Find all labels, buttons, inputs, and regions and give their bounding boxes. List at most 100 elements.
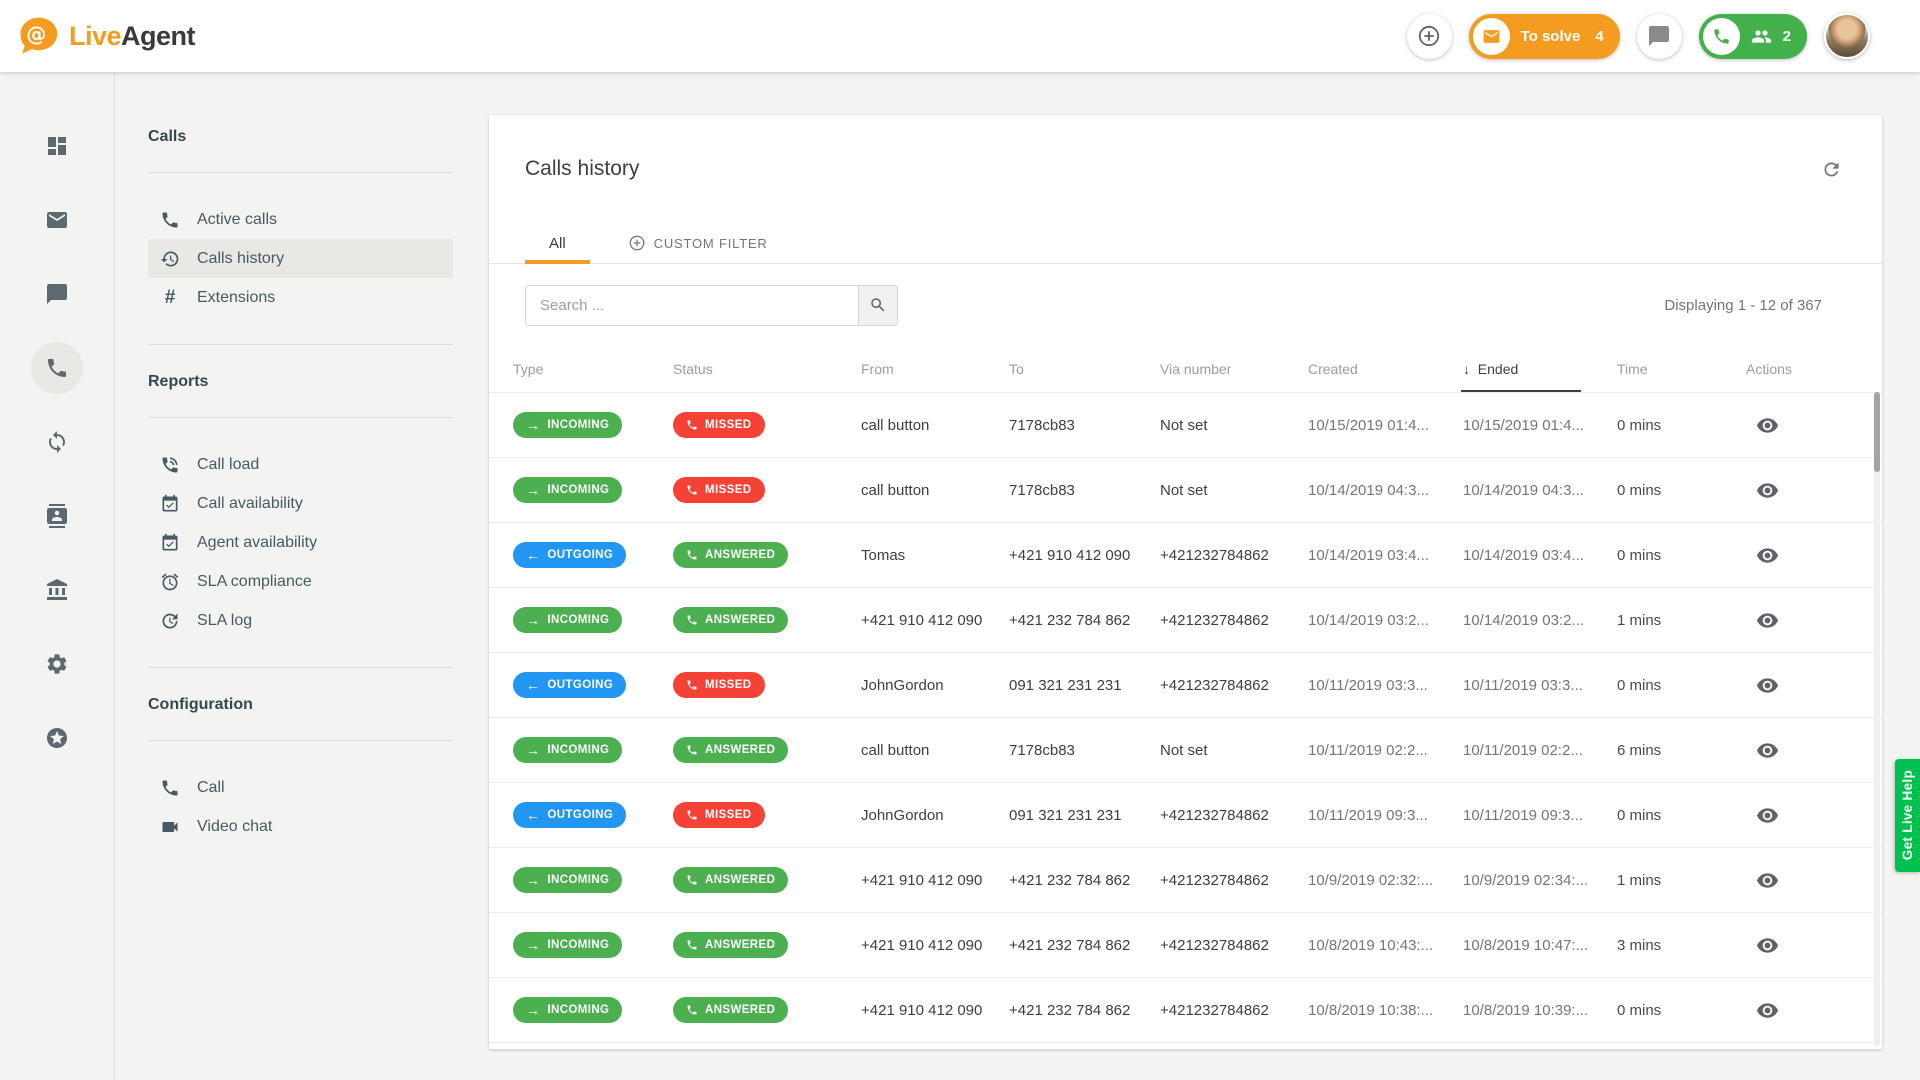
view-call-button[interactable] <box>1752 995 1783 1026</box>
rail-item-dashboard[interactable] <box>20 109 94 183</box>
scrollbar-thumb[interactable] <box>1874 392 1880 472</box>
view-call-button[interactable] <box>1752 605 1783 636</box>
sidebar-item-extensions[interactable]: # Extensions <box>148 278 453 317</box>
get-live-help-tab[interactable]: Get Live Help <box>1895 759 1920 872</box>
column-header-time[interactable]: Time <box>1617 361 1746 377</box>
rail-item-company[interactable] <box>20 553 94 627</box>
to-solve-label: To solve <box>1521 28 1581 45</box>
sidebar-item-call-availability[interactable]: Call availability <box>148 484 453 523</box>
history-icon <box>160 249 180 269</box>
cell-actions <box>1746 930 1882 961</box>
phone-icon <box>160 210 180 230</box>
cell-type: ←OUTGOING <box>513 672 673 698</box>
view-call-button[interactable] <box>1752 800 1783 831</box>
cell-from: JohnGordon <box>861 807 1009 824</box>
cell-status: ANSWERED <box>673 867 861 893</box>
cell-actions <box>1746 670 1882 701</box>
online-agents-button[interactable]: 2 <box>1699 14 1807 59</box>
cell-to: 091 321 231 231 <box>1009 807 1160 824</box>
view-call-button[interactable] <box>1752 930 1783 961</box>
sidebar-item-label: SLA compliance <box>197 573 312 591</box>
cell-to: +421 232 784 862 <box>1009 612 1160 629</box>
agents-icon <box>1751 26 1772 47</box>
tab-custom-filter[interactable]: CUSTOM FILTER <box>604 223 792 263</box>
divider <box>148 417 453 418</box>
arrow-right-icon: → <box>526 743 540 757</box>
cell-from: +421 910 412 090 <box>861 872 1009 889</box>
eye-icon <box>1756 934 1779 957</box>
cell-actions <box>1746 995 1882 1026</box>
cell-type: →INCOMING <box>513 867 673 893</box>
liveagent-logo[interactable]: @ LiveAgent <box>16 15 195 57</box>
sidebar: Calls Active calls Calls history # Exten… <box>115 72 455 1080</box>
cell-via-number: +421232784862 <box>1160 547 1308 564</box>
search-input[interactable] <box>525 285 859 326</box>
eye-icon <box>1756 869 1779 892</box>
hash-icon: # <box>160 287 180 309</box>
type-badge: →INCOMING <box>513 737 622 763</box>
column-header-type[interactable]: Type <box>513 361 673 377</box>
sidebar-item-video-chat[interactable]: Video chat <box>148 807 453 846</box>
view-call-button[interactable] <box>1752 410 1783 441</box>
cell-time: 3 mins <box>1617 937 1746 954</box>
phone-icon <box>1712 27 1731 46</box>
cell-time: 1 mins <box>1617 612 1746 629</box>
view-call-button[interactable] <box>1752 735 1783 766</box>
sidebar-item-active-calls[interactable]: Active calls <box>148 200 453 239</box>
view-call-button[interactable] <box>1752 670 1783 701</box>
view-call-button[interactable] <box>1752 475 1783 506</box>
sidebar-section-calls: Calls Active calls Calls history # Exten… <box>148 127 455 317</box>
card-header: Calls history <box>489 115 1882 223</box>
cell-via-number: Not set <box>1160 742 1308 759</box>
cell-time: 0 mins <box>1617 482 1746 499</box>
column-header-actions[interactable]: Actions <box>1746 361 1882 377</box>
rail-item-tickets[interactable] <box>20 183 94 257</box>
section-title: Reports <box>148 372 455 392</box>
column-header-status[interactable]: Status <box>673 361 861 377</box>
sidebar-item-call[interactable]: Call <box>148 768 453 807</box>
cell-ended: 10/8/2019 10:47:... <box>1463 937 1617 954</box>
rail-item-calls[interactable] <box>20 331 94 405</box>
column-header-via-number[interactable]: Via number <box>1160 361 1308 377</box>
sidebar-item-call-load[interactable]: Call load <box>148 445 453 484</box>
search <box>525 285 898 326</box>
add-new-button[interactable] <box>1407 14 1452 59</box>
cell-from: +421 910 412 090 <box>861 937 1009 954</box>
to-solve-button[interactable]: To solve 4 <box>1469 14 1620 59</box>
cell-via-number: +421232784862 <box>1160 937 1308 954</box>
status-badge: ANSWERED <box>673 867 788 893</box>
rail-item-upgrade[interactable] <box>20 701 94 775</box>
column-header-created[interactable]: Created <box>1308 361 1463 377</box>
table-scrollbar[interactable] <box>1874 392 1880 1046</box>
video-icon <box>160 817 180 837</box>
sidebar-item-agent-availability[interactable]: Agent availability <box>148 523 453 562</box>
chats-button[interactable] <box>1637 14 1682 59</box>
column-header-from[interactable]: From <box>861 361 1009 377</box>
sidebar-item-sla-log[interactable]: SLA log <box>148 601 453 640</box>
divider <box>148 344 453 345</box>
cell-type: ←OUTGOING <box>513 802 673 828</box>
rail-item-automation[interactable] <box>20 405 94 479</box>
calls-history-card: Calls history All CUSTOM FILTER <box>489 115 1882 1049</box>
rail-item-settings[interactable] <box>20 627 94 701</box>
search-button[interactable] <box>859 285 898 326</box>
topbar-actions: To solve 4 2 <box>1407 13 1870 59</box>
refresh-button[interactable] <box>1815 153 1848 186</box>
divider <box>148 667 453 668</box>
cell-from: +421 910 412 090 <box>861 612 1009 629</box>
user-avatar[interactable] <box>1824 13 1870 59</box>
plus-circle-icon <box>1417 24 1441 48</box>
cell-ended: 10/14/2019 03:4... <box>1463 547 1617 564</box>
sidebar-item-sla-compliance[interactable]: SLA compliance <box>148 562 453 601</box>
type-badge: →INCOMING <box>513 867 622 893</box>
cell-created: 10/11/2019 09:3... <box>1308 807 1463 824</box>
column-header-to[interactable]: To <box>1009 361 1160 377</box>
rail-item-chats[interactable] <box>20 257 94 331</box>
view-call-button[interactable] <box>1752 540 1783 571</box>
tab-all[interactable]: All <box>525 223 590 263</box>
cell-ended: 10/14/2019 03:2... <box>1463 612 1617 629</box>
column-header-ended[interactable]: ↓ Ended <box>1463 361 1617 377</box>
rail-item-contacts[interactable] <box>20 479 94 553</box>
sidebar-item-calls-history[interactable]: Calls history <box>148 239 453 278</box>
view-call-button[interactable] <box>1752 865 1783 896</box>
